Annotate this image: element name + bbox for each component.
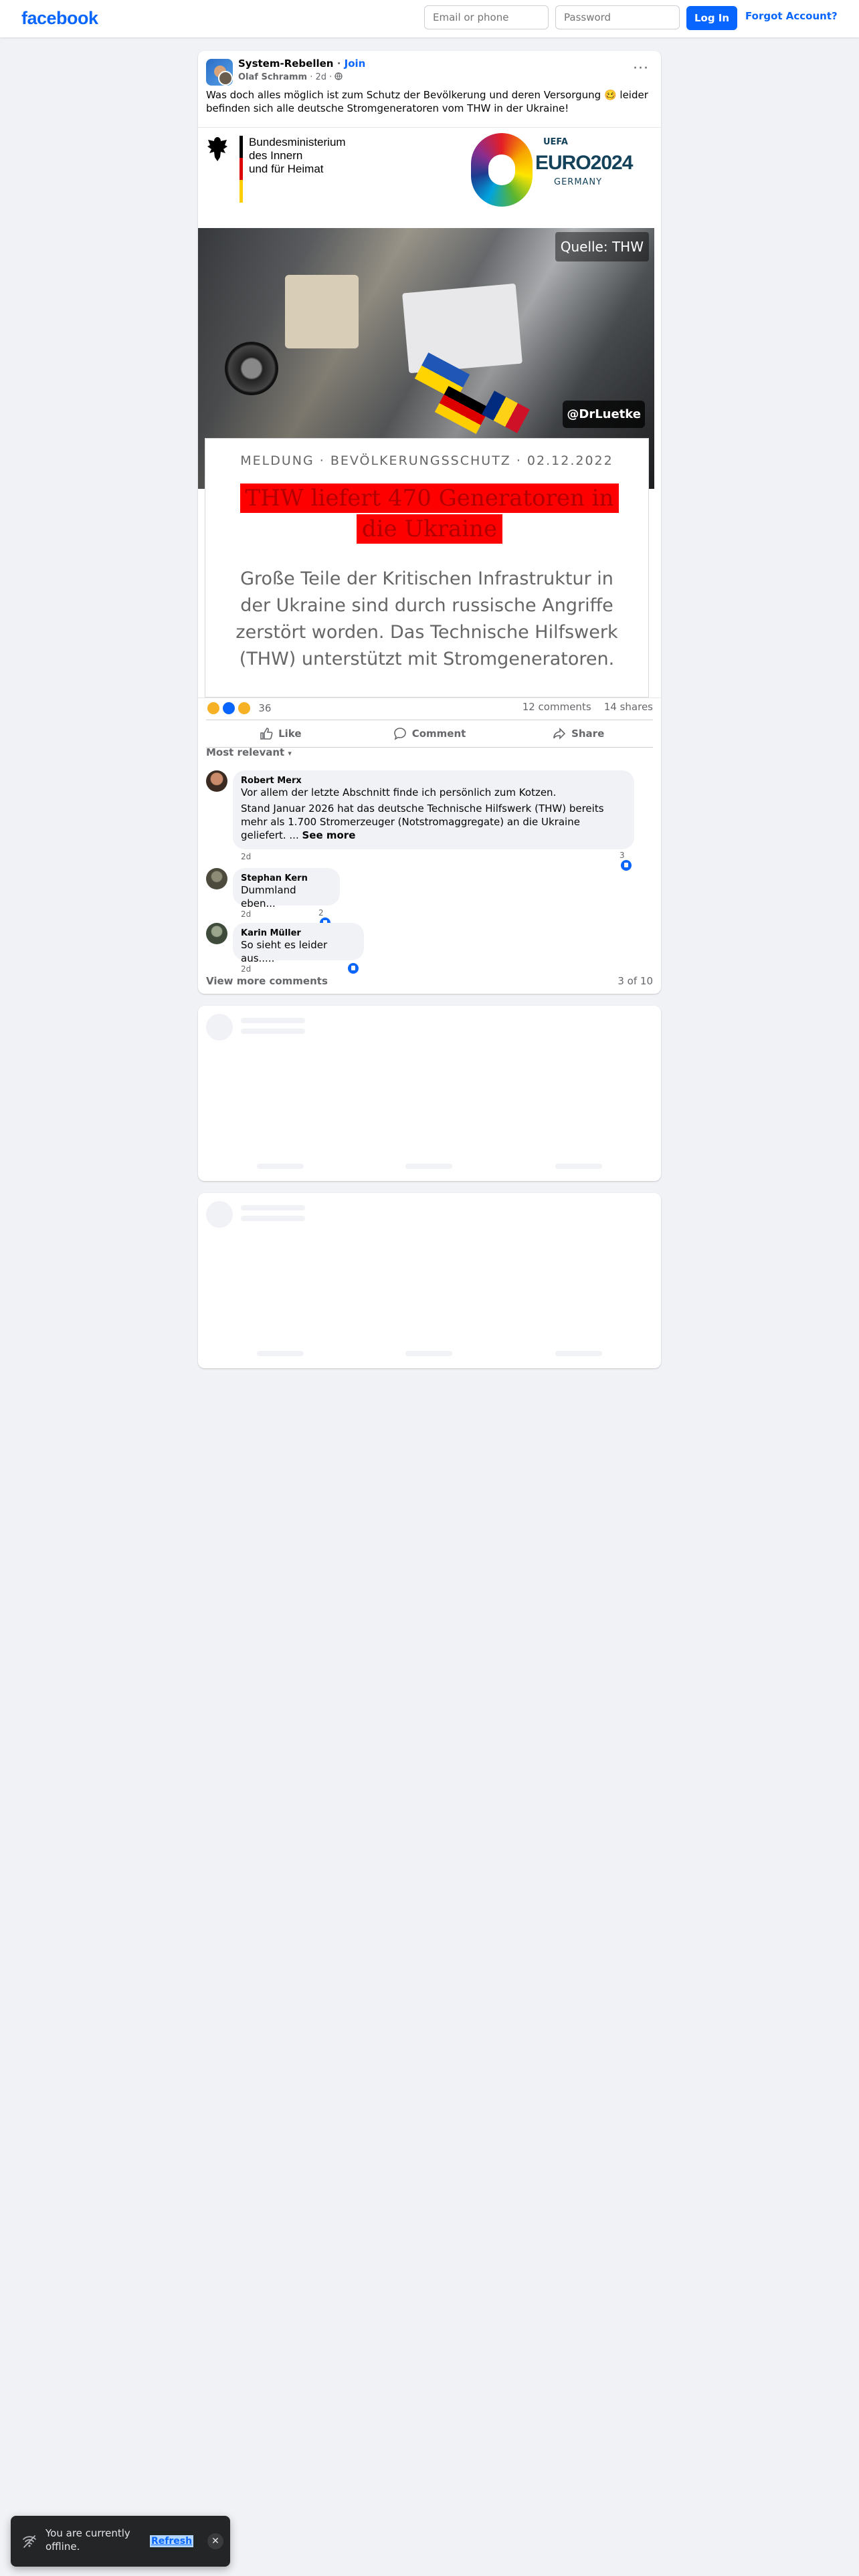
view-more-comments-link[interactable]: View more comments bbox=[206, 975, 328, 987]
generator-shape bbox=[402, 283, 522, 374]
comment-sort-dropdown[interactable]: Most relevant ▾ bbox=[206, 746, 292, 758]
comment-label: Comment bbox=[411, 728, 466, 740]
comments-count-link[interactable]: 12 comments bbox=[522, 701, 591, 713]
skeleton-line bbox=[241, 1029, 305, 1034]
facebook-logo[interactable]: facebook bbox=[21, 8, 98, 29]
shares-count-link[interactable]: 14 shares bbox=[604, 701, 653, 713]
author-avatar[interactable] bbox=[218, 71, 233, 86]
wifi-off-icon bbox=[23, 2535, 36, 2548]
skeleton-avatar bbox=[206, 1014, 233, 1041]
like-reaction-icon bbox=[221, 701, 236, 716]
post-timestamp[interactable]: 2d bbox=[315, 72, 326, 82]
more-options-icon[interactable]: ··· bbox=[633, 60, 649, 77]
comment-timestamp[interactable]: 2d bbox=[241, 909, 251, 919]
comment-text: Dummland eben... bbox=[241, 884, 296, 909]
top-navigation-bar: facebook Log In Forgot Account? bbox=[0, 0, 859, 37]
comment-text: Vor allem der letzte Abschnitt finde ich… bbox=[241, 786, 557, 798]
germany-label: GERMANY bbox=[554, 177, 603, 187]
commenter-name[interactable]: Karin Müller bbox=[241, 928, 356, 938]
offline-toast: You are currently offline. Refresh ✕ bbox=[11, 2516, 230, 2567]
like-button[interactable]: Like bbox=[206, 720, 355, 747]
news-category-line: MELDUNG · BEVÖLKERUNGSSCHUTZ · 02.12.202… bbox=[240, 453, 613, 468]
skeleton-line bbox=[555, 1351, 602, 1356]
skeleton-line bbox=[405, 1351, 452, 1356]
chevron-down-icon: ▾ bbox=[288, 749, 292, 758]
comment-timestamp[interactable]: 2d bbox=[241, 964, 251, 974]
skeleton-avatar bbox=[206, 1201, 233, 1228]
news-excerpt: MELDUNG · BEVÖLKERUNGSSCHUTZ · 02.12.202… bbox=[205, 438, 649, 697]
uefa-label: UEFA bbox=[543, 137, 568, 147]
join-group-button[interactable]: Join bbox=[345, 58, 366, 70]
romania-flag bbox=[482, 391, 530, 433]
comment-button[interactable]: Comment bbox=[355, 720, 504, 747]
comment-sort-label: Most relevant bbox=[206, 746, 285, 758]
comment-text: So sieht es leider aus..... bbox=[241, 939, 328, 964]
eagle-icon bbox=[207, 137, 227, 161]
post-card: System-Rebellen · Join Olaf Schramm · 2d… bbox=[198, 51, 661, 994]
euro-trophy-icon bbox=[471, 133, 533, 207]
comments-page-count: 3 of 10 bbox=[617, 975, 653, 987]
password-field[interactable] bbox=[555, 5, 680, 29]
reactions-summary[interactable]: 36 bbox=[206, 701, 272, 716]
skeleton-line bbox=[405, 1164, 452, 1169]
author-name-link[interactable]: Olaf Schramm bbox=[238, 72, 307, 82]
euro2024-logo: UEFA EURO2024 GERMANY bbox=[471, 133, 638, 207]
email-field[interactable] bbox=[424, 5, 549, 29]
author-handle-label: @DrLuetke bbox=[563, 401, 645, 428]
group-name-link[interactable]: System-Rebellen bbox=[238, 58, 333, 70]
comment-bubble: Robert Merx Vor allem der letzte Abschni… bbox=[233, 770, 634, 849]
skeleton-line bbox=[257, 1164, 304, 1169]
post-text: Was doch alles möglich ist zum Schutz de… bbox=[206, 89, 648, 114]
globe-icon bbox=[335, 72, 343, 82]
wheel-shape bbox=[225, 342, 278, 395]
comment-icon bbox=[393, 728, 406, 740]
ministry-text: Bundesministerium des Innern und für Hei… bbox=[249, 136, 346, 175]
commenter-avatar[interactable] bbox=[206, 770, 227, 792]
comment-timestamp[interactable]: 2d bbox=[241, 852, 251, 861]
loading-post-placeholder bbox=[198, 1193, 661, 1368]
skeleton-line bbox=[241, 1205, 305, 1210]
news-headline: THW liefert 470 Generatoren in die Ukrai… bbox=[240, 484, 619, 544]
post-actions-bar: Like Comment Share bbox=[206, 720, 653, 748]
sad-reaction-icon bbox=[236, 701, 252, 716]
offline-message: You are currently offline. bbox=[45, 2527, 130, 2553]
comment-bubble: Stephan Kern Dummland eben... bbox=[233, 868, 340, 909]
like-icon bbox=[348, 963, 359, 974]
news-lead: Große Teile der Kritischen Infrastruktur… bbox=[235, 568, 618, 669]
loading-post-placeholder bbox=[198, 1006, 661, 1181]
skeleton-line bbox=[241, 1018, 305, 1023]
euro2024-label: EURO2024 bbox=[535, 152, 633, 174]
see-more-link[interactable]: See more bbox=[302, 829, 356, 841]
commenter-avatar[interactable] bbox=[206, 923, 227, 944]
login-button[interactable]: Log In bbox=[686, 6, 737, 30]
german-flag-bar bbox=[240, 136, 243, 203]
reactions-row: 36 12 comments 14 shares bbox=[206, 701, 653, 717]
commenter-avatar[interactable] bbox=[206, 868, 227, 889]
share-label: Share bbox=[571, 728, 605, 740]
forgot-account-link[interactable]: Forgot Account? bbox=[745, 10, 838, 22]
share-button[interactable]: Share bbox=[504, 720, 653, 747]
skeleton-line bbox=[257, 1351, 304, 1356]
share-icon bbox=[553, 728, 566, 740]
skeleton-line bbox=[555, 1164, 602, 1169]
like-label: Like bbox=[278, 728, 302, 740]
reaction-count: 36 bbox=[258, 702, 272, 714]
close-icon[interactable]: ✕ bbox=[207, 2533, 223, 2549]
skeleton-line bbox=[241, 1216, 305, 1221]
comment-like-badge[interactable]: 3 bbox=[619, 851, 632, 871]
post-image[interactable]: Bundesministerium des Innern und für Hei… bbox=[198, 127, 661, 698]
ministry-logo: Bundesministerium des Innern und für Hei… bbox=[206, 136, 380, 209]
generator-shape bbox=[285, 275, 359, 348]
comment-bubble: Karin Müller So sieht es leider aus..... bbox=[233, 923, 364, 964]
comment-text-continued: Stand Januar 2026 hat das deutsche Techn… bbox=[241, 802, 604, 841]
refresh-link[interactable]: Refresh bbox=[150, 2535, 194, 2547]
commenter-name[interactable]: Stephan Kern bbox=[241, 873, 332, 883]
comment-like-badge[interactable] bbox=[347, 963, 359, 974]
like-icon bbox=[621, 860, 632, 871]
haha-reaction-icon bbox=[206, 701, 221, 716]
commenter-name[interactable]: Robert Merx bbox=[241, 776, 626, 786]
thumbs-up-icon bbox=[260, 728, 273, 740]
source-label: Quelle: THW bbox=[555, 232, 649, 261]
